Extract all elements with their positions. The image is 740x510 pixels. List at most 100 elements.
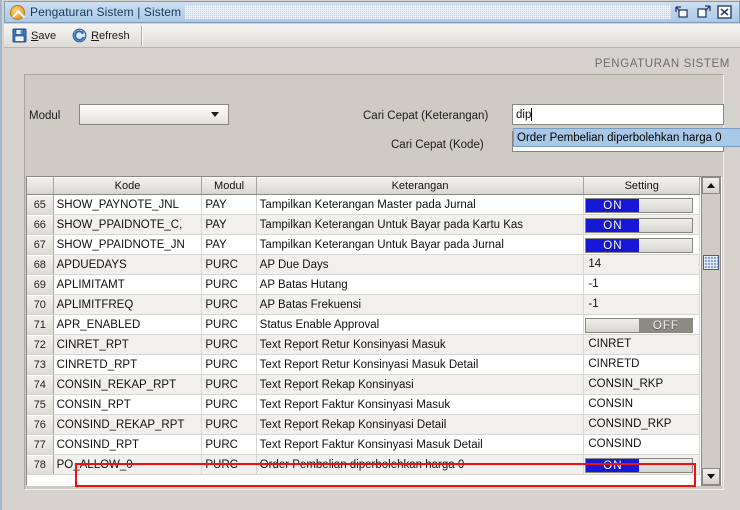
- row-number-header: [27, 177, 54, 195]
- cell-keterangan[interactable]: Text Report Retur Konsinyasi Masuk: [256, 334, 585, 355]
- cell-keterangan[interactable]: Text Report Rekap Konsinyasi: [256, 374, 585, 395]
- cell-kode[interactable]: SHOW_PPAIDNOTE_C,: [53, 214, 203, 235]
- table-row[interactable]: 67 SHOW_PPAIDNOTE_JN PAY Tampilkan Keterang…: [27, 234, 700, 255]
- close-button[interactable]: [717, 5, 732, 19]
- table-body: 65 SHOW_PAYNOTE_JNL PAY Tampilkan Keteranga…: [27, 194, 700, 475]
- table-row[interactable]: 70 APLIMITFREQ PURC AP Batas Frekuensi -1: [27, 294, 700, 315]
- cell-keterangan[interactable]: Text Report Faktur Konsinyasi Masuk Deta…: [256, 434, 585, 455]
- cell-modul[interactable]: PURC: [201, 454, 257, 475]
- table-vertical-scrollbar[interactable]: [701, 176, 721, 486]
- setting-value: CONSIND_RKP: [588, 418, 672, 430]
- cell-setting[interactable]: OFF: [583, 314, 700, 335]
- scrollbar-track[interactable]: [702, 194, 720, 468]
- cell-setting[interactable]: CINRET: [583, 334, 700, 355]
- table-row[interactable]: 73 CINRETD_RPT PURC Text Report Retur Konsi…: [27, 354, 700, 375]
- setting-toggle-on[interactable]: ON: [585, 218, 694, 233]
- cell-modul[interactable]: PURC: [201, 254, 257, 275]
- cell-keterangan[interactable]: Text Report Retur Konsinyasi Masuk Detai…: [256, 354, 585, 375]
- column-header-modul[interactable]: Modul: [201, 177, 257, 195]
- cell-setting[interactable]: ON: [583, 234, 700, 255]
- restore-button[interactable]: [675, 5, 690, 19]
- cell-setting[interactable]: ON: [583, 214, 700, 235]
- cell-kode[interactable]: SHOW_PPAIDNOTE_JN: [53, 234, 203, 255]
- table-row[interactable]: 72 CINRET_RPT PURC Text Report Retur Konsin…: [27, 334, 700, 355]
- cell-kode[interactable]: CONSIN_RPT: [53, 394, 203, 415]
- cell-kode[interactable]: CINRETD_RPT: [53, 354, 203, 375]
- cell-kode[interactable]: APLIMITAMT: [53, 274, 203, 295]
- chevron-up-icon: [707, 183, 715, 188]
- cell-kode[interactable]: CONSIND_RPT: [53, 434, 203, 455]
- cell-keterangan[interactable]: Order Pembelian diperbolehkan harga 0: [256, 454, 585, 475]
- cell-modul[interactable]: PURC: [201, 354, 257, 375]
- scroll-down-button[interactable]: [702, 468, 720, 485]
- maximize-button[interactable]: [696, 5, 711, 19]
- toggle-on-label: ON: [586, 239, 640, 252]
- scroll-up-button[interactable]: [702, 177, 720, 194]
- cell-kode[interactable]: PO_ALLOW_0: [53, 454, 203, 475]
- cell-modul[interactable]: PAY: [201, 234, 257, 255]
- cell-kode[interactable]: SHOW_PAYNOTE_JNL: [53, 194, 203, 215]
- cell-keterangan[interactable]: Status Enable Approval: [256, 314, 585, 335]
- cell-modul[interactable]: PAY: [201, 214, 257, 235]
- setting-toggle-off[interactable]: OFF: [585, 318, 694, 333]
- cell-setting[interactable]: ON: [583, 194, 700, 215]
- cell-setting[interactable]: -1: [583, 294, 700, 315]
- cell-setting[interactable]: CONSIN_RKP: [583, 374, 700, 395]
- cell-keterangan[interactable]: AP Batas Hutang: [256, 274, 585, 295]
- cell-kode[interactable]: CONSIND_REKAP_RPT: [53, 414, 203, 435]
- cell-keterangan[interactable]: Tampilkan Keterangan Untuk Bayar pada Ka…: [256, 214, 585, 235]
- table-row[interactable]: 65 SHOW_PAYNOTE_JNL PAY Tampilkan Keteranga…: [27, 194, 700, 215]
- cell-keterangan[interactable]: Tampilkan Keterangan Master pada Jurnal: [256, 194, 585, 215]
- scrollbar-thumb[interactable]: [703, 255, 719, 270]
- cell-kode[interactable]: CINRET_RPT: [53, 334, 203, 355]
- cell-keterangan[interactable]: Text Report Rekap Konsinyasi Detail: [256, 414, 585, 435]
- table-row[interactable]: 78 PO_ALLOW_0 PURC Order Pembelian diperbol…: [27, 454, 700, 475]
- refresh-button[interactable]: Refresh: [64, 25, 138, 47]
- cell-modul[interactable]: PURC: [201, 334, 257, 355]
- cell-setting[interactable]: CONSIND_RKP: [583, 414, 700, 435]
- cell-kode[interactable]: CONSIN_REKAP_RPT: [53, 374, 203, 395]
- cell-modul[interactable]: PURC: [201, 394, 257, 415]
- setting-toggle-on[interactable]: ON: [585, 198, 694, 213]
- table-row[interactable]: 76 CONSIND_REKAP_RPT PURC Text Report Rekap…: [27, 414, 700, 435]
- cell-keterangan[interactable]: AP Batas Frekuensi: [256, 294, 585, 315]
- cari-cepat-keterangan-input[interactable]: dip: [512, 104, 724, 125]
- save-button[interactable]: Save: [4, 25, 64, 47]
- column-header-keterangan[interactable]: Keterangan: [256, 177, 585, 195]
- table-row[interactable]: 75 CONSIN_RPT PURC Text Report Faktur Konsi…: [27, 394, 700, 415]
- cell-setting[interactable]: 14: [583, 254, 700, 275]
- cell-keterangan[interactable]: AP Due Days: [256, 254, 585, 275]
- cell-setting[interactable]: CINRETD: [583, 354, 700, 375]
- column-header-kode[interactable]: Kode: [53, 177, 203, 195]
- cell-modul[interactable]: PURC: [201, 294, 257, 315]
- row-number-cell: 65: [27, 194, 54, 215]
- cell-modul[interactable]: PURC: [201, 414, 257, 435]
- cell-keterangan[interactable]: Tampilkan Keterangan Untuk Bayar pada Ju…: [256, 234, 585, 255]
- modul-combobox[interactable]: [79, 104, 229, 125]
- cell-kode[interactable]: APDUEDAYS: [53, 254, 203, 275]
- table-row[interactable]: 69 APLIMITAMT PURC AP Batas Hutang -1: [27, 274, 700, 295]
- cell-modul[interactable]: PURC: [201, 274, 257, 295]
- table-row[interactable]: 74 CONSIN_REKAP_RPT PURC Text Report Rekap …: [27, 374, 700, 395]
- cell-setting[interactable]: ON: [583, 454, 700, 475]
- cell-setting[interactable]: CONSIN: [583, 394, 700, 415]
- cell-setting[interactable]: -1: [583, 274, 700, 295]
- table-row[interactable]: 71 APR_ENABLED PURC Status Enable Approval O…: [27, 314, 700, 335]
- autocomplete-suggestion-item[interactable]: Order Pembelian diperbolehkan harga 0: [513, 128, 740, 147]
- floppy-disk-icon: [12, 28, 27, 43]
- setting-toggle-on[interactable]: ON: [585, 238, 694, 253]
- table-row[interactable]: 66 SHOW_PPAIDNOTE_C, PAY Tampilkan Keterang…: [27, 214, 700, 235]
- cell-kode[interactable]: APLIMITFREQ: [53, 294, 203, 315]
- cell-modul[interactable]: PURC: [201, 314, 257, 335]
- setting-toggle-on[interactable]: ON: [585, 458, 694, 473]
- cell-modul[interactable]: PAY: [201, 194, 257, 215]
- table-row[interactable]: 68 APDUEDAYS PURC AP Due Days 14: [27, 254, 700, 275]
- cell-modul[interactable]: PURC: [201, 374, 257, 395]
- table-row[interactable]: 77 CONSIND_RPT PURC Text Report Faktur Kons…: [27, 434, 700, 455]
- cell-modul[interactable]: PURC: [201, 434, 257, 455]
- cell-keterangan[interactable]: Text Report Faktur Konsinyasi Masuk: [256, 394, 585, 415]
- modul-label: Modul: [29, 110, 61, 122]
- cell-setting[interactable]: CONSIND: [583, 434, 700, 455]
- cell-kode[interactable]: APR_ENABLED: [53, 314, 203, 335]
- column-header-setting[interactable]: Setting: [583, 177, 700, 195]
